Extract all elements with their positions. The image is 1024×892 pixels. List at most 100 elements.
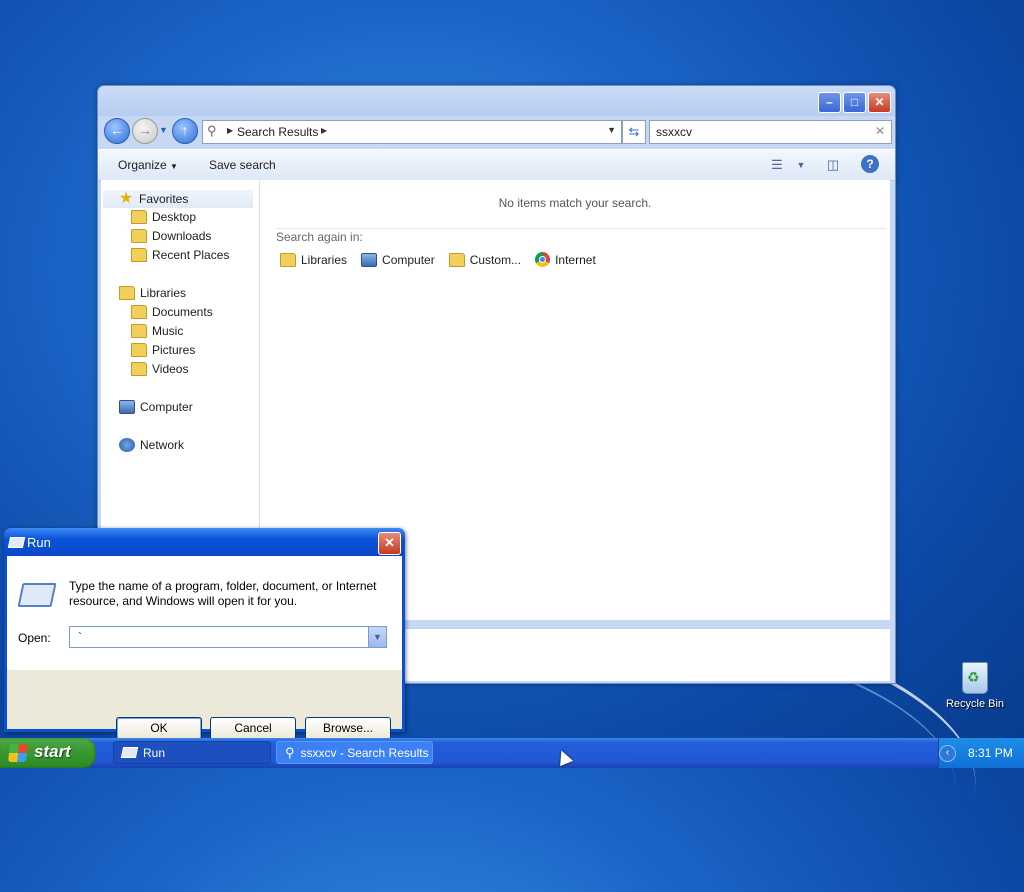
downloads-folder-icon <box>131 229 147 243</box>
refresh-button[interactable]: ⇆ <box>622 120 646 144</box>
open-input[interactable]: ` <box>78 630 82 644</box>
nav-documents[interactable]: Documents <box>131 305 213 319</box>
search-again-libraries[interactable]: Libraries <box>280 252 347 267</box>
run-description: Type the name of a program, folder, docu… <box>69 579 377 608</box>
start-label: start <box>34 742 71 761</box>
search-again-custom[interactable]: Custom... <box>448 252 522 267</box>
nav-recent-places[interactable]: Recent Places <box>131 248 229 262</box>
recent-places-folder-icon <box>131 248 147 262</box>
search-input[interactable]: ssxxcv <box>656 125 692 139</box>
nav-libraries[interactable]: Libraries <box>119 286 186 300</box>
minimize-button[interactable]: – <box>818 92 841 113</box>
address-dropdown-icon[interactable]: ▼ <box>607 125 616 135</box>
views-icon[interactable]: ☰ <box>768 156 786 174</box>
search-box[interactable]: ssxxcv ✕ <box>649 120 892 144</box>
recycle-bin-desktop-icon[interactable]: Recycle Bin <box>940 662 1010 710</box>
search-again-options: Libraries Computer Custom... Internet <box>280 252 596 267</box>
network-icon <box>119 438 135 452</box>
run-close-button[interactable]: ✕ <box>378 532 401 555</box>
views-dropdown-icon[interactable]: ▼ <box>792 156 810 174</box>
task-label: ssxxcv - Search Results <box>300 745 429 760</box>
nav-label: Desktop <box>152 210 197 224</box>
nav-label: Computer <box>140 400 193 414</box>
run-titlebar[interactable]: Run ✕ <box>4 528 405 556</box>
music-folder-icon <box>131 324 147 338</box>
option-label: Custom... <box>469 252 522 267</box>
nav-downloads[interactable]: Downloads <box>131 229 211 243</box>
ok-button[interactable]: OK <box>116 717 202 740</box>
videos-folder-icon <box>131 362 147 376</box>
task-label: Run <box>143 745 166 760</box>
documents-folder-icon <box>131 305 147 319</box>
nav-computer[interactable]: Computer <box>119 400 193 414</box>
caption-buttons: – □ ✕ <box>818 92 891 113</box>
run-program-icon <box>17 583 57 607</box>
browse-button[interactable]: Browse... <box>305 717 391 740</box>
open-label: Open: <box>18 631 51 645</box>
save-search-button[interactable]: Save search <box>209 158 276 172</box>
forward-button[interactable]: → <box>132 118 158 144</box>
desktop-folder-icon <box>131 210 147 224</box>
up-button[interactable]: ↑ <box>172 118 198 144</box>
nav-label: Favorites <box>139 192 189 206</box>
search-again-computer[interactable]: Computer <box>361 252 435 267</box>
run-title-icon <box>7 537 26 548</box>
nav-label: Documents <box>152 305 213 319</box>
nav-pictures[interactable]: Pictures <box>131 343 195 357</box>
search-again-internet[interactable]: Internet <box>535 252 596 267</box>
address-bar[interactable]: ⚲ ▶ Search Results ▶ ▼ <box>202 120 622 144</box>
nav-favorites[interactable]: ★ Favorites <box>103 190 253 208</box>
preview-pane-icon[interactable]: ◫ <box>824 156 842 174</box>
windows-logo-icon <box>8 744 28 762</box>
run-body: Type the name of a program, folder, docu… <box>7 556 402 740</box>
taskbar-run[interactable]: Run <box>113 741 271 764</box>
open-dropdown-icon[interactable]: ▼ <box>368 627 386 647</box>
run-title: Run <box>27 535 51 550</box>
computer-icon <box>361 252 378 267</box>
back-button[interactable]: ← <box>104 118 130 144</box>
breadcrumb-chevron-icon[interactable]: ▶ <box>227 126 233 135</box>
nav-videos[interactable]: Videos <box>131 362 188 376</box>
run-task-icon <box>120 747 139 758</box>
navigation-bar: ← → ▼ ↑ ⚲ ▶ Search Results ▶ ▼ ⇆ ssxxcv … <box>102 116 892 146</box>
nav-label: Recent Places <box>152 248 230 262</box>
search-icon: ⚲ <box>207 123 217 138</box>
start-button[interactable]: start <box>0 738 96 768</box>
libraries-folder-icon <box>280 252 296 267</box>
explorer-titlebar[interactable]: – □ ✕ <box>98 86 895 116</box>
nav-label: Pictures <box>152 343 196 357</box>
pictures-folder-icon <box>131 343 147 357</box>
divider <box>276 228 886 229</box>
option-label: Computer <box>382 252 435 267</box>
run-dialog: Run ✕ Type the name of a program, folder… <box>4 528 405 740</box>
nav-label: Network <box>140 438 185 452</box>
recycle-bin-label: Recycle Bin <box>945 698 1005 710</box>
help-icon[interactable]: ? <box>861 155 879 173</box>
nav-network[interactable]: Network <box>119 438 184 452</box>
star-icon: ★ <box>118 190 134 207</box>
breadcrumb-chevron-icon[interactable]: ▶ <box>321 126 327 135</box>
nav-music[interactable]: Music <box>131 324 183 338</box>
close-button[interactable]: ✕ <box>868 92 891 113</box>
organize-label: Organize <box>118 158 167 172</box>
taskbar: start Run ⚲ ssxxcv - Search Results ‹ 8:… <box>0 738 1024 768</box>
command-bar: Organize ▼ Save search ☰ ▼ ◫ ? <box>98 149 895 181</box>
run-upper-panel: Type the name of a program, folder, docu… <box>7 556 402 670</box>
clear-search-icon[interactable]: ✕ <box>875 124 885 138</box>
search-again-label: Search again in: <box>276 230 363 244</box>
open-combobox[interactable]: ` ▼ <box>69 626 387 648</box>
taskbar-search-results[interactable]: ⚲ ssxxcv - Search Results <box>276 741 433 764</box>
option-label: Libraries <box>301 252 348 267</box>
no-items-message: No items match your search. <box>498 196 652 210</box>
show-hidden-icons-icon[interactable]: ‹ <box>939 745 956 762</box>
option-label: Internet <box>555 252 596 267</box>
nav-desktop[interactable]: Desktop <box>131 210 196 224</box>
organize-button[interactable]: Organize ▼ <box>118 158 178 172</box>
maximize-button[interactable]: □ <box>843 92 866 113</box>
recent-pages-dropdown-icon[interactable]: ▼ <box>159 125 168 135</box>
search-task-icon: ⚲ <box>285 744 295 760</box>
breadcrumb-search-results[interactable]: Search Results <box>237 125 318 139</box>
chrome-icon <box>535 252 551 267</box>
clock[interactable]: 8:31 PM <box>968 746 1013 760</box>
cancel-button[interactable]: Cancel <box>210 717 296 740</box>
